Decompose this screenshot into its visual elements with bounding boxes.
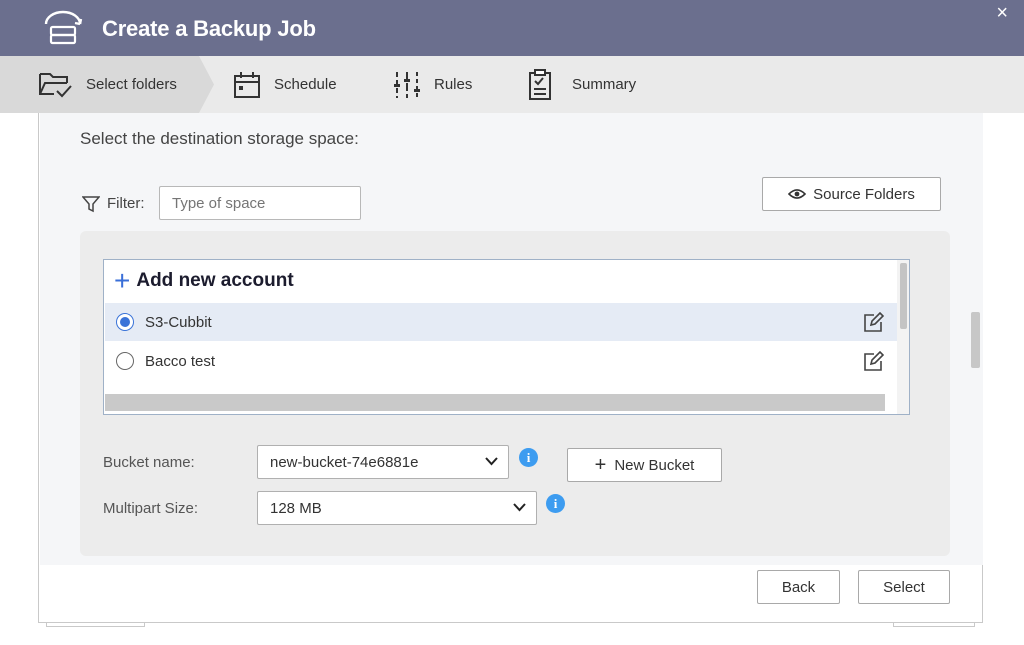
backup-drive-icon (44, 10, 83, 45)
select-button[interactable]: Select (858, 570, 950, 604)
title-bar: Create a Backup Job × (0, 0, 1024, 56)
list-item[interactable]: Bacco test (105, 342, 897, 380)
source-folders-label: Source Folders (813, 185, 915, 203)
account-name: Bacco test (145, 352, 216, 370)
clipboard-check-icon (529, 68, 551, 100)
bucket-name-select[interactable]: new-bucket-74e6881e (257, 445, 509, 479)
step-label: Select folders (86, 76, 177, 93)
step-label: Rules (434, 76, 473, 93)
step-label: Summary (572, 76, 637, 93)
folder-check-icon (39, 72, 72, 97)
add-new-account-button[interactable]: + Add new account (114, 266, 294, 296)
multipart-size-value: 128 MB (270, 499, 322, 517)
edit-icon[interactable] (862, 312, 884, 334)
account-name: S3-Cubbit (145, 313, 212, 331)
wizard-steps: Select folders Schedule Rules Summary (0, 56, 1024, 113)
calendar-icon (234, 71, 260, 98)
radio-button[interactable] (116, 352, 134, 370)
multipart-size-select[interactable]: 128 MB (257, 491, 537, 525)
step-rules: Rules (392, 56, 472, 113)
bucket-name-value: new-bucket-74e6881e (270, 453, 419, 471)
vertical-scrollbar[interactable] (897, 260, 909, 414)
close-button[interactable]: × (996, 2, 1008, 25)
filter-label: Filter: (107, 195, 145, 212)
back-button[interactable]: Back (757, 570, 840, 604)
destination-prompt: Select the destination storage space: (80, 129, 359, 148)
new-bucket-button[interactable]: + New Bucket (567, 448, 722, 482)
account-list: + Add new account S3-Cubbit Bacco test (103, 259, 910, 415)
step-select-folders: Select folders (38, 56, 177, 113)
dialog-scrollbar-thumb[interactable] (971, 312, 980, 368)
step-summary: Summary (526, 56, 636, 113)
add-account-label: Add new account (136, 270, 294, 291)
background-window-edge (46, 623, 145, 627)
multipart-size-label: Multipart Size: (103, 500, 199, 517)
info-icon[interactable]: i (519, 448, 538, 467)
filter-icon (82, 196, 100, 213)
plus-icon: + (594, 454, 607, 476)
radio-button[interactable] (116, 313, 134, 331)
filter-input[interactable] (159, 186, 361, 220)
chevron-down-icon (485, 457, 498, 466)
storage-panel: + Add new account S3-Cubbit Bacco test B… (80, 231, 950, 556)
destination-area: Select the destination storage space: Fi… (40, 113, 983, 565)
eye-icon (788, 189, 807, 199)
dialog-body: Select the destination storage space: Fi… (38, 113, 983, 623)
plus-icon: + (114, 265, 131, 296)
scrollbar-thumb[interactable] (900, 263, 907, 329)
window-title: Create a Backup Job (102, 16, 316, 41)
new-bucket-label: New Bucket (614, 456, 695, 474)
background-window-edge (893, 623, 975, 627)
list-item[interactable]: S3-Cubbit (105, 303, 897, 341)
info-icon[interactable]: i (546, 494, 565, 513)
source-folders-button[interactable]: Source Folders (762, 177, 941, 211)
horizontal-scrollbar[interactable] (105, 394, 885, 411)
chevron-down-icon (513, 503, 526, 512)
bucket-name-label: Bucket name: (103, 454, 195, 471)
step-label: Schedule (274, 76, 337, 93)
step-schedule: Schedule (232, 56, 337, 113)
sliders-icon (394, 71, 420, 98)
edit-icon[interactable] (862, 351, 884, 373)
